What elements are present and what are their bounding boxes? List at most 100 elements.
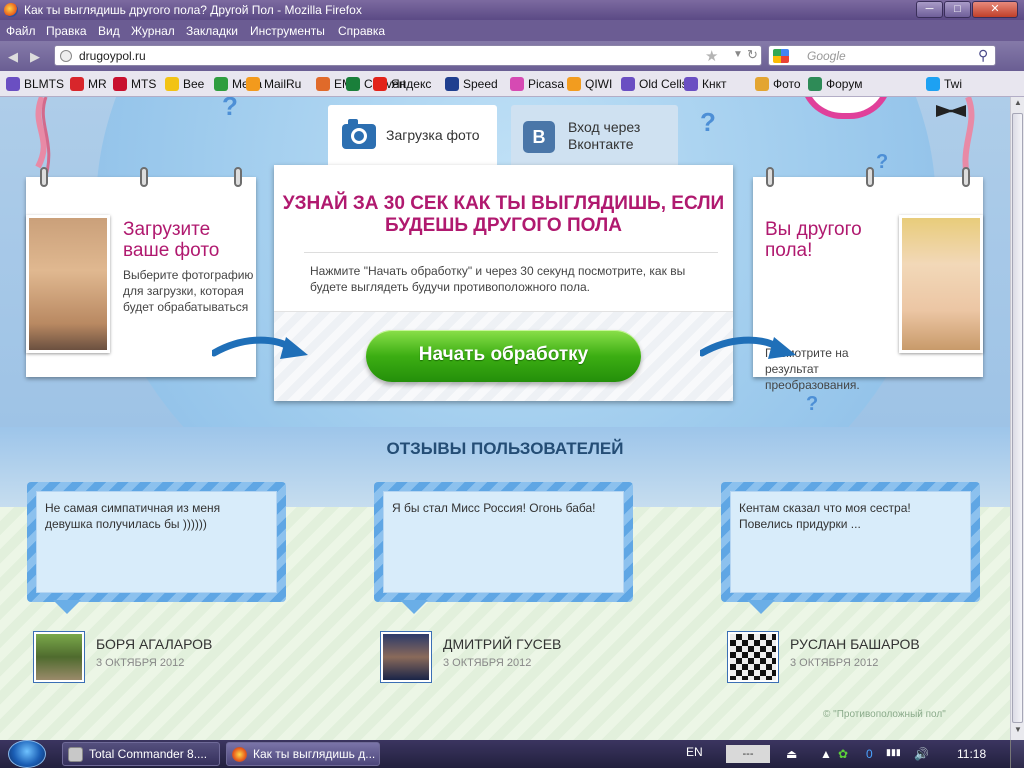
url-bar[interactable]: drugoypol.ru ★ ▼ ↻	[54, 45, 762, 66]
reload-icon[interactable]: ↻	[747, 47, 758, 63]
bookmark-item[interactable]: Speed	[445, 77, 498, 91]
tray-expand-icon[interactable]: ▲	[820, 747, 832, 761]
review-date: 3 ОКТЯБРЯ 2012	[96, 657, 185, 669]
maximize-button[interactable]: □	[944, 1, 971, 18]
binder-ring	[962, 167, 970, 187]
clock[interactable]: 11:18	[957, 747, 986, 761]
reviews-heading: ОТЗЫВЫ ПОЛЬЗОВАТЕЛЕЙ	[386, 439, 624, 458]
menu-history[interactable]: Журнал	[131, 24, 175, 38]
avatar[interactable]	[33, 631, 85, 683]
bookmark-icon	[346, 77, 360, 91]
taskbar-item-total-commander[interactable]: Total Commander 8....	[62, 742, 220, 766]
start-button[interactable]	[8, 740, 46, 768]
google-icon[interactable]	[773, 49, 789, 63]
bookmark-icon	[926, 77, 940, 91]
volume-icon[interactable]: 🔊	[914, 747, 929, 761]
web-page: ? ? ? ? Загрузите ваше фото Выберите фот…	[0, 97, 1024, 740]
bookmark-item[interactable]: Форум	[808, 77, 862, 91]
review-bubble: Кентам сказал что моя сестра! Повелись п…	[721, 482, 980, 614]
scroll-up-icon[interactable]: ▲	[1012, 98, 1024, 112]
window-title: Как ты выглядишь другого пола? Другой По…	[24, 3, 362, 17]
bookmark-item[interactable]: MTS	[113, 77, 156, 91]
tab-upload-label: Загрузка фото	[386, 127, 480, 143]
bookmark-label: BLMTS	[24, 77, 65, 91]
menu-help[interactable]: Справка	[338, 24, 385, 38]
bookmark-item[interactable]: Picasa	[510, 77, 564, 91]
tray-widget[interactable]: ---	[726, 745, 770, 763]
minimize-button[interactable]: ─	[916, 1, 943, 18]
tab-vkontakte-login[interactable]: B Вход через Вконтакте	[511, 105, 678, 165]
review-text: Не самая симпатичная из меня девушка пол…	[45, 501, 221, 531]
bookmark-icon	[808, 77, 822, 91]
url-text[interactable]: drugoypol.ru	[79, 49, 146, 63]
bookmark-star-icon[interactable]: ★	[705, 47, 718, 65]
bookmark-item[interactable]: Old Cells	[621, 77, 688, 91]
bookmark-icon	[70, 77, 84, 91]
scroll-thumb[interactable]	[1012, 113, 1023, 723]
bookmark-label: Фото	[773, 77, 801, 91]
bookmark-label: Кнкт	[702, 77, 727, 91]
firefox-window: Как ты выглядишь другого пола? Другой По…	[0, 0, 1024, 740]
bookmark-icon	[6, 77, 20, 91]
menu-tools[interactable]: Инструменты	[250, 24, 325, 38]
female-photo	[899, 215, 983, 353]
tray-device-icon[interactable]: ⏏	[786, 747, 797, 761]
main-headline: УЗНАЙ ЗА 30 СЕК КАК ТЫ ВЫГЛЯДИШЬ, ЕСЛИ Б…	[282, 193, 725, 236]
bookmark-item[interactable]: Яндекс	[373, 77, 431, 91]
taskbar-item-label: Total Commander 8....	[89, 747, 208, 761]
bookmark-item[interactable]: QIWI	[567, 77, 612, 91]
reviewer-name[interactable]: РУСЛАН БАШАРОВ	[790, 636, 920, 652]
vk-icon: B	[523, 121, 555, 153]
avatar[interactable]	[380, 631, 432, 683]
bookmark-label: Twi	[944, 77, 962, 91]
taskbar: Total Commander 8.... Как ты выглядишь д…	[0, 740, 1024, 768]
menu-view[interactable]: Вид	[98, 24, 120, 38]
bookmark-icon	[684, 77, 698, 91]
bookmark-icon	[755, 77, 769, 91]
question-mark-decoration: ?	[876, 151, 889, 173]
vertical-scrollbar[interactable]: ▲ ▼	[1010, 97, 1024, 740]
bookmark-item[interactable]: Кнкт	[684, 77, 727, 91]
menu-bookmarks[interactable]: Закладки	[186, 24, 238, 38]
back-icon[interactable]: ◀	[8, 49, 18, 65]
reviewer-name[interactable]: ДМИТРИЙ ГУСЕВ	[443, 636, 561, 652]
search-icon[interactable]: ⚲	[978, 47, 988, 64]
bookmark-item[interactable]: MailRu	[246, 77, 301, 91]
bookmark-item[interactable]: Twi	[926, 77, 962, 91]
copyright-text: © "Противоположный пол"	[823, 709, 946, 720]
bookmark-item[interactable]: Фото	[755, 77, 801, 91]
question-mark-decoration: ?	[806, 393, 819, 415]
taskbar-item-firefox[interactable]: Как ты выглядишь д...	[226, 742, 380, 766]
reviewer-name[interactable]: БОРЯ АГАЛАРОВ	[96, 636, 212, 652]
review-bubble: Я бы стал Мисс Россия! Огонь баба!	[374, 482, 633, 614]
close-button[interactable]: ✕	[972, 1, 1018, 18]
show-desktop-button[interactable]	[1010, 740, 1024, 768]
bookmark-item[interactable]: Bee	[165, 77, 204, 91]
scroll-down-icon[interactable]: ▼	[1012, 725, 1024, 739]
bookmark-label: MR	[88, 77, 107, 91]
tab-vk-label-line2: Вконтакте	[568, 136, 634, 152]
bookmark-icon	[373, 77, 387, 91]
question-mark-decoration: ?	[222, 97, 238, 121]
bookmark-item[interactable]: BLMTS	[6, 77, 64, 91]
male-photo	[26, 215, 110, 353]
search-input[interactable]: Google ⚲	[768, 45, 996, 66]
menu-file[interactable]: Файл	[6, 24, 36, 38]
firefox-icon	[4, 3, 18, 17]
language-indicator[interactable]: EN	[686, 745, 703, 759]
avatar[interactable]	[727, 631, 779, 683]
tab-upload-photo[interactable]: Загрузка фото	[328, 105, 497, 165]
search-placeholder: Google	[807, 49, 846, 63]
bookmark-item[interactable]: MR	[70, 77, 107, 91]
site-identity-icon[interactable]	[60, 50, 72, 62]
tray-counter-icon[interactable]: 0	[866, 747, 873, 761]
start-processing-button[interactable]: Начать обработку	[366, 330, 641, 382]
forward-icon[interactable]: ▶	[30, 49, 40, 65]
bookmark-icon	[214, 77, 228, 91]
menu-edit[interactable]: Правка	[46, 24, 87, 38]
network-icon[interactable]: ▮▮▮	[886, 747, 901, 758]
bookmark-icon	[165, 77, 179, 91]
bookmark-icon	[113, 77, 127, 91]
tray-app-icon[interactable]: ✿	[838, 747, 848, 761]
url-dropdown-icon[interactable]: ▼	[733, 49, 743, 60]
